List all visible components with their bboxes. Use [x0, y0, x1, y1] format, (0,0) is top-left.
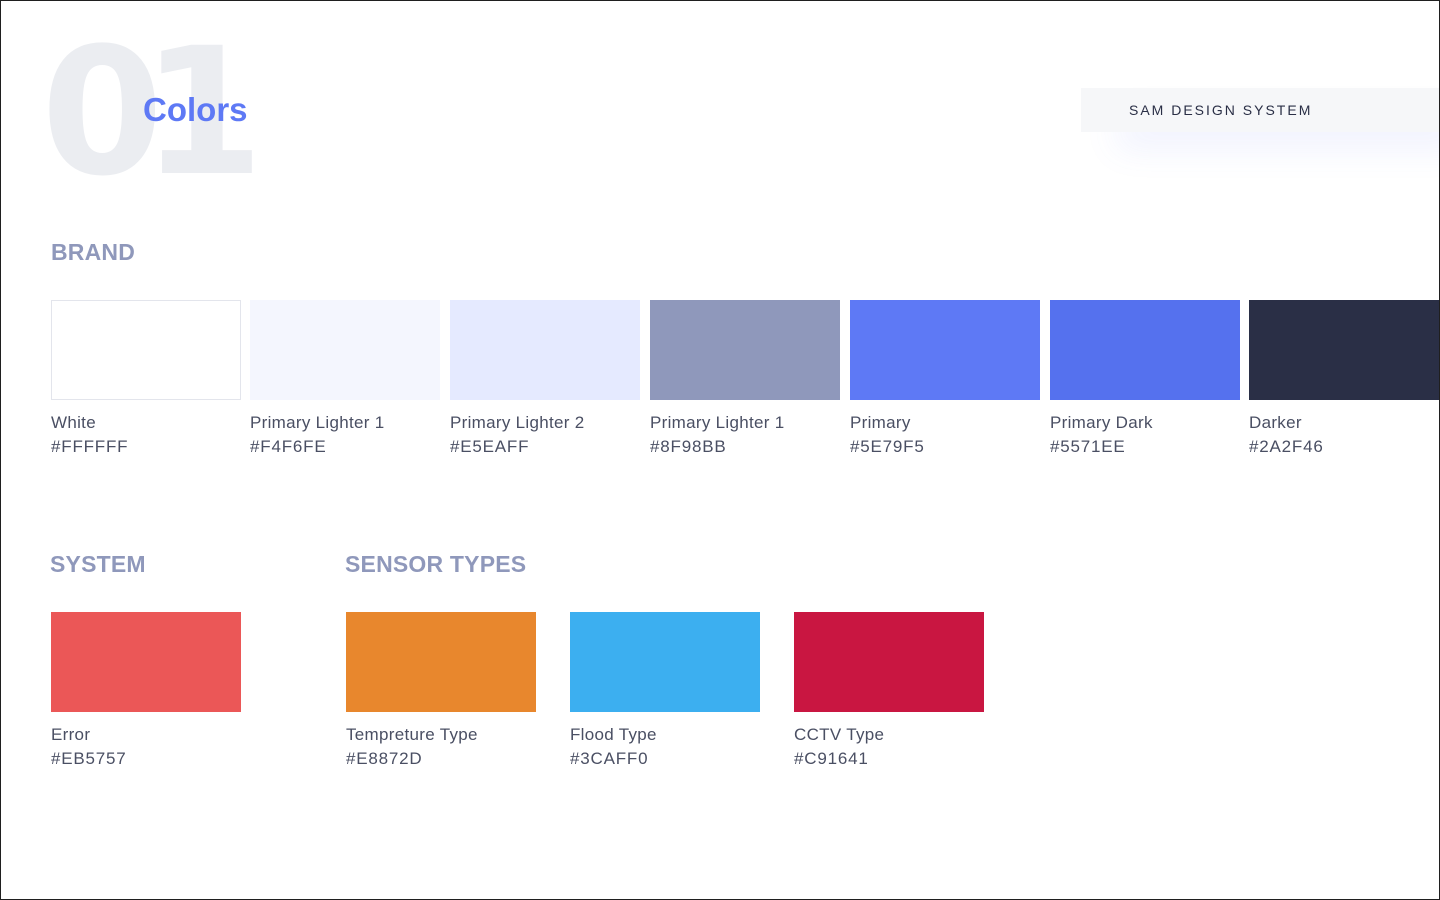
page-frame: 01 Colors SAM DESIGN SYSTEM BRAND White …	[0, 0, 1440, 900]
system-swatch-error: Error #EB5757	[51, 612, 241, 769]
color-swatch	[1249, 300, 1439, 400]
color-swatch	[650, 300, 840, 400]
brand-swatch-white: White #FFFFFF	[51, 300, 241, 457]
page-title: Colors	[143, 91, 248, 128]
sensor-swatch-temperature: Tempreture Type #E8872D	[346, 612, 536, 769]
brand-swatch-primary-lighter-2: Primary Lighter 2 #E5EAFF	[450, 300, 640, 457]
swatch-hex: #F4F6FE	[250, 437, 327, 456]
swatch-name: Darker	[1249, 413, 1302, 432]
swatch-hex: #3CAFF0	[570, 749, 649, 768]
color-swatch	[850, 300, 1040, 400]
swatch-name: Error	[51, 725, 91, 744]
color-swatch	[250, 300, 440, 400]
color-swatch	[346, 612, 536, 712]
swatch-hex: #E8872D	[346, 749, 423, 768]
system-heading: SYSTEM	[50, 551, 146, 577]
swatch-name: Primary Lighter 1	[650, 413, 785, 432]
brand-heading: BRAND	[51, 239, 136, 265]
swatch-hex: #EB5757	[51, 749, 127, 768]
swatch-hex: #2A2F46	[1249, 437, 1324, 456]
color-swatch	[51, 612, 241, 712]
swatch-name: Primary Dark	[1050, 413, 1153, 432]
brand-swatch-primary: Primary #5E79F5	[850, 300, 1040, 457]
swatch-name: White	[51, 413, 96, 432]
color-swatch	[51, 300, 241, 400]
sensor-swatch-cctv: CCTV Type #C91641	[794, 612, 984, 769]
swatch-name: Primary Lighter 1	[250, 413, 385, 432]
swatch-name: Flood Type	[570, 725, 657, 744]
design-system-badge-label: SAM DESIGN SYSTEM	[1129, 102, 1313, 118]
color-swatch	[1050, 300, 1240, 400]
swatch-name: Primary Lighter 2	[450, 413, 585, 432]
design-system-badge: SAM DESIGN SYSTEM	[1081, 88, 1439, 132]
swatch-name: CCTV Type	[794, 725, 885, 744]
swatch-name: Primary	[850, 413, 911, 432]
swatch-hex: #C91641	[794, 749, 869, 768]
brand-swatch-primary-lighter-3: Primary Lighter 1 #8F98BB	[650, 300, 840, 457]
sensor-swatch-flood: Flood Type #3CAFF0	[570, 612, 760, 769]
swatch-name: Tempreture Type	[346, 725, 478, 744]
sensor-types-heading: SENSOR TYPES	[345, 551, 527, 577]
swatch-hex: #5E79F5	[850, 437, 925, 456]
color-swatch	[570, 612, 760, 712]
brand-swatch-darker: Darker #2A2F46	[1249, 300, 1439, 457]
brand-swatch-primary-dark: Primary Dark #5571EE	[1050, 300, 1240, 457]
color-swatch	[450, 300, 640, 400]
swatch-hex: #8F98BB	[650, 437, 727, 456]
swatch-hex: #5571EE	[1050, 437, 1126, 456]
brand-swatch-primary-lighter-1: Primary Lighter 1 #F4F6FE	[250, 300, 440, 457]
color-swatch	[794, 612, 984, 712]
swatch-hex: #E5EAFF	[450, 437, 530, 456]
swatch-hex: #FFFFFF	[51, 437, 129, 456]
